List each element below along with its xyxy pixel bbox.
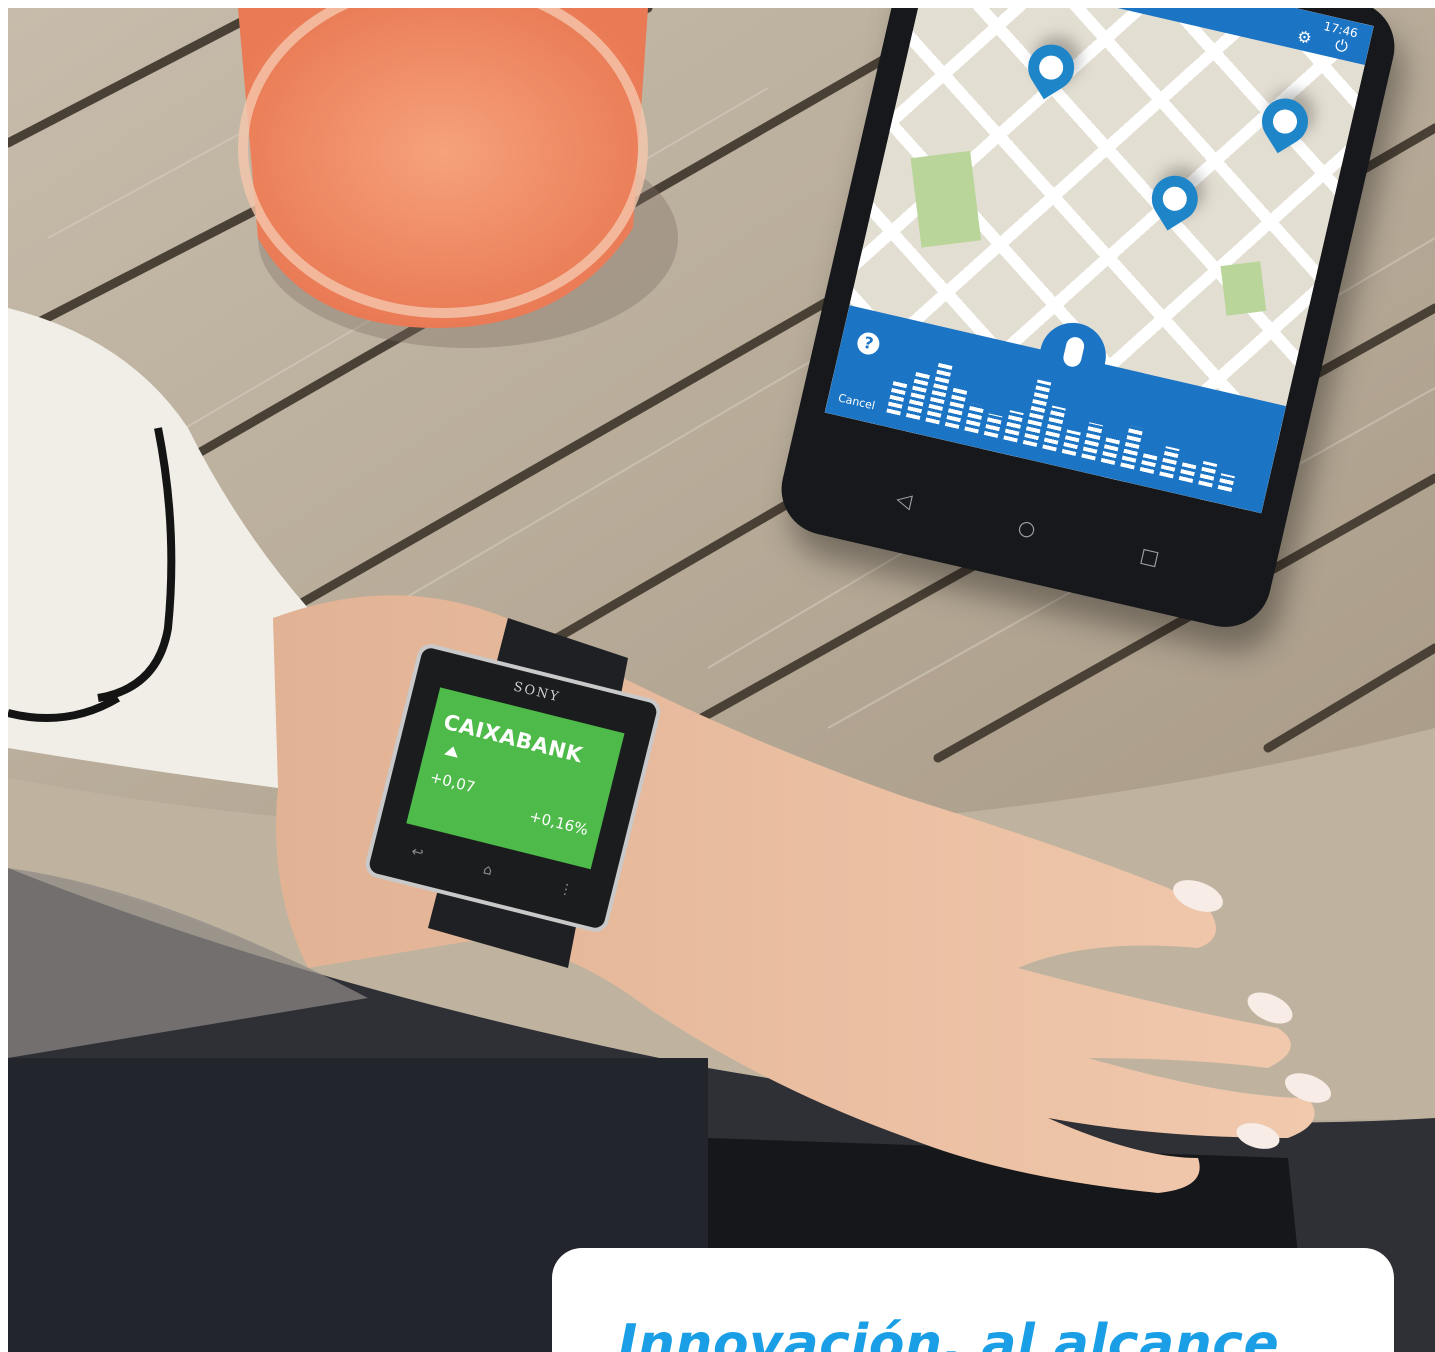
caption-card: Innovación, al alcance xyxy=(552,1248,1394,1352)
eq-bar xyxy=(1217,473,1235,492)
eq-bar xyxy=(1042,405,1066,452)
eq-bar xyxy=(964,403,985,434)
eq-bar xyxy=(1081,422,1103,461)
eq-bar xyxy=(983,413,1003,438)
eq-bar xyxy=(1100,436,1121,465)
question-icon[interactable]: ? xyxy=(855,330,882,357)
up-arrow-icon xyxy=(444,744,461,758)
microphone-icon xyxy=(1061,335,1086,369)
stock-change-value: +0,07 xyxy=(428,767,478,797)
eq-bar xyxy=(1061,429,1081,456)
map-park-area xyxy=(1220,261,1267,316)
eq-bar xyxy=(1003,410,1024,443)
eq-bar xyxy=(1159,446,1180,479)
menu-icon[interactable]: ⋮ xyxy=(557,880,574,899)
stock-change-percent: +0,16% xyxy=(527,807,591,840)
eq-bar xyxy=(1198,460,1218,488)
back-icon[interactable]: ↩ xyxy=(410,844,425,862)
gear-icon[interactable]: ⚙ xyxy=(1294,26,1316,49)
juice-glass xyxy=(238,8,648,328)
map-park-area xyxy=(910,150,982,248)
eq-bar xyxy=(886,379,908,416)
home-icon[interactable]: ⌂ xyxy=(482,862,494,880)
eq-bar xyxy=(1139,451,1158,474)
watch-app-title: CAIXABANK xyxy=(441,709,586,768)
eq-bar xyxy=(1178,462,1197,483)
headline: Innovación, al alcance xyxy=(618,1314,1280,1352)
photo-scene: 17:46 ⚙ ⏻ ? Cancel ◁ ○ □ SONY CAIXABANK … xyxy=(8,8,1435,1352)
eq-bar xyxy=(1120,425,1144,470)
eq-bar xyxy=(944,386,968,429)
cancel-button[interactable]: Cancel xyxy=(837,391,876,412)
power-icon[interactable]: ⏻ xyxy=(1331,35,1353,58)
watch-screen[interactable]: CAIXABANK +0,07 +0,16% xyxy=(406,687,625,870)
